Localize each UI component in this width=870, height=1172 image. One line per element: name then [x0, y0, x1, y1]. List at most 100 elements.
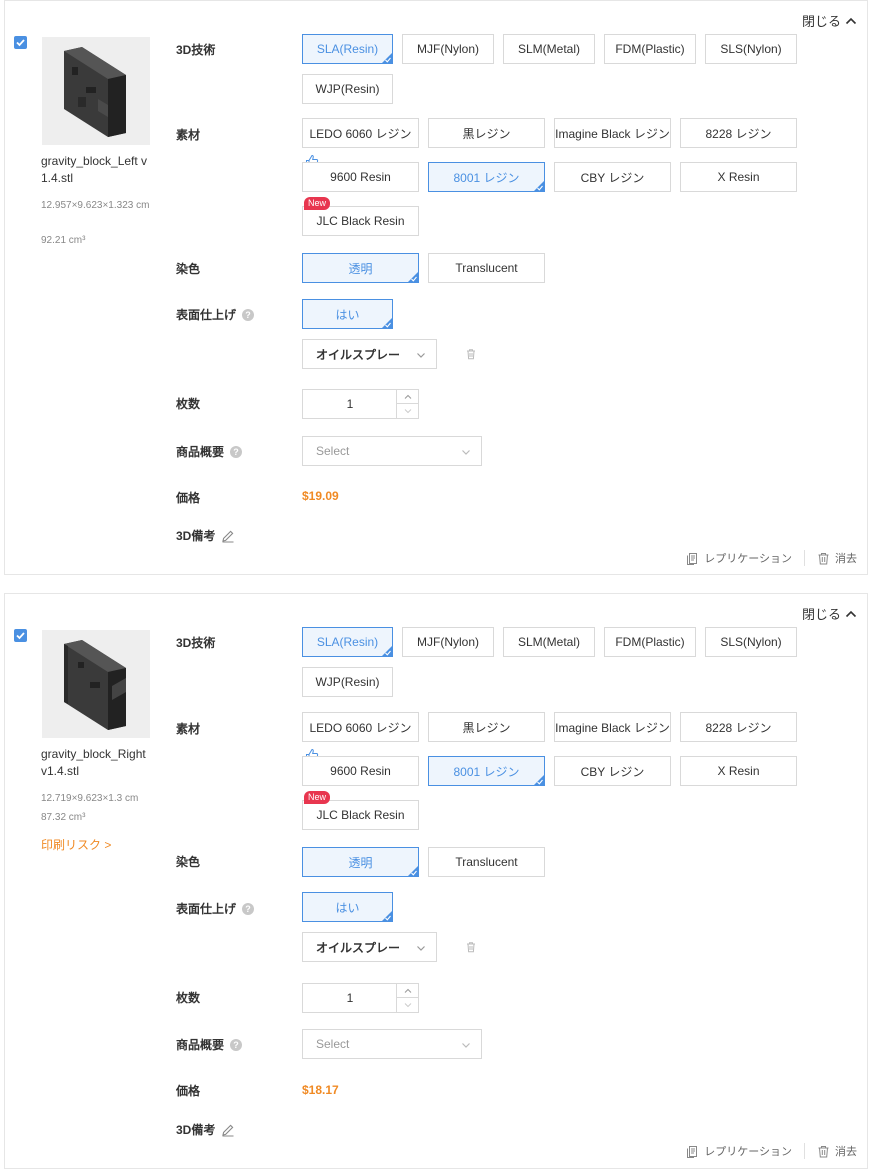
color-option-label: Translucent — [455, 855, 518, 869]
material-option-imagine-black[interactable]: Imagine Black レジン — [554, 118, 671, 148]
stepper-arrows — [396, 984, 418, 1012]
pencil-icon[interactable] — [221, 529, 235, 543]
finish-method-value: オイルスプレー — [316, 940, 401, 955]
tech-option-label: SLA(Resin) — [316, 635, 379, 649]
delete-label: 消去 — [835, 553, 857, 565]
description-select[interactable]: Select — [302, 436, 482, 466]
material-option-black[interactable]: 黒レジン — [428, 712, 545, 742]
trash-icon — [818, 1145, 829, 1157]
replicate-label: レプリケーション — [704, 553, 792, 565]
material-option-ledo6060[interactable]: LEDO 6060 レジン — [302, 118, 419, 148]
material-option-black[interactable]: 黒レジン — [428, 118, 545, 148]
tech-option-fdm[interactable]: FDM(Plastic) — [604, 34, 696, 64]
material-option-8228[interactable]: 8228 レジン — [680, 712, 797, 742]
material-option-jlc-black[interactable]: JLC Black Resin — [302, 206, 419, 236]
material-option-ledo6060[interactable]: LEDO 6060 レジン — [302, 712, 419, 742]
card-footer: レプリケーション 消去 — [686, 1143, 857, 1159]
help-icon[interactable]: ? — [230, 1038, 243, 1051]
collapse-button[interactable]: 閉じる — [802, 604, 857, 623]
collapse-button[interactable]: 閉じる — [802, 11, 857, 30]
price-label: 価格 — [176, 489, 200, 506]
color-option-translucent[interactable]: Translucent — [428, 847, 545, 877]
material-option-8001[interactable]: 8001 レジン — [428, 162, 545, 192]
material-option-imagine-black[interactable]: Imagine Black レジン — [554, 712, 671, 742]
chevron-down-icon — [462, 450, 470, 455]
item-checkbox[interactable] — [14, 36, 27, 49]
description-select[interactable]: Select — [302, 1029, 482, 1059]
material-option-jlc-black[interactable]: JLC Black Resin — [302, 800, 419, 830]
material-option-x-resin[interactable]: X Resin — [680, 162, 797, 192]
print-risk-link[interactable]: 印刷リスク > — [41, 836, 111, 853]
tech-option-label: WJP(Resin) — [315, 82, 380, 96]
tech-option-slm[interactable]: SLM(Metal) — [503, 627, 595, 657]
description-placeholder: Select — [316, 444, 350, 458]
increment-button[interactable] — [397, 984, 418, 998]
tech-option-wjp[interactable]: WJP(Resin) — [302, 74, 393, 104]
color-option-transparent[interactable]: 透明 — [302, 847, 419, 877]
tech-option-label: SLS(Nylon) — [720, 635, 782, 649]
material-option-8228[interactable]: 8228 レジン — [680, 118, 797, 148]
material-option-label: 8001 レジン — [453, 170, 520, 185]
check-icon — [16, 39, 25, 47]
price-label-text: 価格 — [176, 1084, 201, 1098]
tech-option-slm[interactable]: SLM(Metal) — [503, 34, 595, 64]
material-option-cby[interactable]: CBY レジン — [554, 756, 671, 786]
finish-method-select[interactable]: オイルスプレー — [302, 339, 437, 369]
color-option-transparent[interactable]: 透明 — [302, 253, 419, 283]
quantity-stepper[interactable]: 1 — [302, 983, 419, 1013]
price-label: 価格 — [176, 1082, 200, 1099]
replicate-button[interactable]: レプリケーション — [686, 1143, 792, 1159]
tech-option-fdm[interactable]: FDM(Plastic) — [604, 627, 696, 657]
material-option-8001[interactable]: 8001 レジン — [428, 756, 545, 786]
tech-option-sla[interactable]: SLA(Resin) — [302, 627, 393, 657]
replicate-button[interactable]: レプリケーション — [686, 550, 792, 566]
collapse-label: 閉じる — [801, 607, 841, 622]
quantity-value[interactable]: 1 — [303, 390, 397, 418]
finish-option-yes[interactable]: はい — [302, 299, 393, 329]
note-label-text: 3D備考 — [176, 529, 216, 543]
tech-option-mjf[interactable]: MJF(Nylon) — [402, 627, 494, 657]
finish-option-yes[interactable]: はい — [302, 892, 393, 922]
material-option-x-resin[interactable]: X Resin — [680, 756, 797, 786]
help-icon[interactable]: ? — [242, 902, 255, 915]
pencil-icon[interactable] — [221, 1123, 235, 1137]
tech-option-mjf[interactable]: MJF(Nylon) — [402, 34, 494, 64]
tech-option-sls[interactable]: SLS(Nylon) — [705, 34, 797, 64]
color-option-translucent[interactable]: Translucent — [428, 253, 545, 283]
tech-option-sla[interactable]: SLA(Resin) — [302, 34, 393, 64]
help-icon[interactable]: ? — [230, 445, 243, 458]
trash-icon[interactable] — [465, 348, 477, 360]
delete-button[interactable]: 消去 — [817, 1143, 857, 1159]
tech-option-wjp[interactable]: WJP(Resin) — [302, 667, 393, 697]
delete-label: 消去 — [835, 1146, 857, 1158]
tech-option-label: WJP(Resin) — [315, 675, 380, 689]
description-label-text: 商品概要 — [176, 445, 225, 459]
item-checkbox[interactable] — [14, 629, 27, 642]
decrement-button[interactable] — [397, 998, 418, 1012]
finish-method-select[interactable]: オイルスプレー — [302, 932, 437, 962]
chevron-up-icon — [404, 988, 411, 993]
finish-label-text: 表面仕上げ — [176, 308, 237, 322]
delete-button[interactable]: 消去 — [817, 550, 857, 566]
file-dimensions: 12.719×9.623×1.3 cm — [41, 793, 139, 804]
file-name: gravity_block_Left v1.4.stl — [41, 154, 148, 185]
material-option-9600[interactable]: 9600 Resin — [302, 756, 419, 786]
material-label-text: 素材 — [176, 722, 201, 736]
trash-icon[interactable] — [465, 941, 477, 953]
material-option-label: X Resin — [717, 764, 760, 778]
finish-label: 表面仕上げ? — [176, 900, 255, 917]
tech-option-sls[interactable]: SLS(Nylon) — [705, 627, 797, 657]
quantity-stepper[interactable]: 1 — [302, 389, 419, 419]
material-option-label: Imagine Black レジン — [555, 720, 670, 735]
increment-button[interactable] — [397, 390, 418, 404]
material-option-label: CBY レジン — [580, 170, 645, 185]
selected-check-icon — [411, 870, 417, 876]
material-option-label: JLC Black Resin — [316, 808, 405, 822]
price-value: $18.17 — [302, 1083, 339, 1097]
help-icon[interactable]: ? — [242, 308, 255, 321]
decrement-button[interactable] — [397, 404, 418, 418]
material-option-cby[interactable]: CBY レジン — [554, 162, 671, 192]
material-option-9600[interactable]: 9600 Resin — [302, 162, 419, 192]
description-label-text: 商品概要 — [176, 1038, 225, 1052]
quantity-value[interactable]: 1 — [303, 984, 397, 1012]
